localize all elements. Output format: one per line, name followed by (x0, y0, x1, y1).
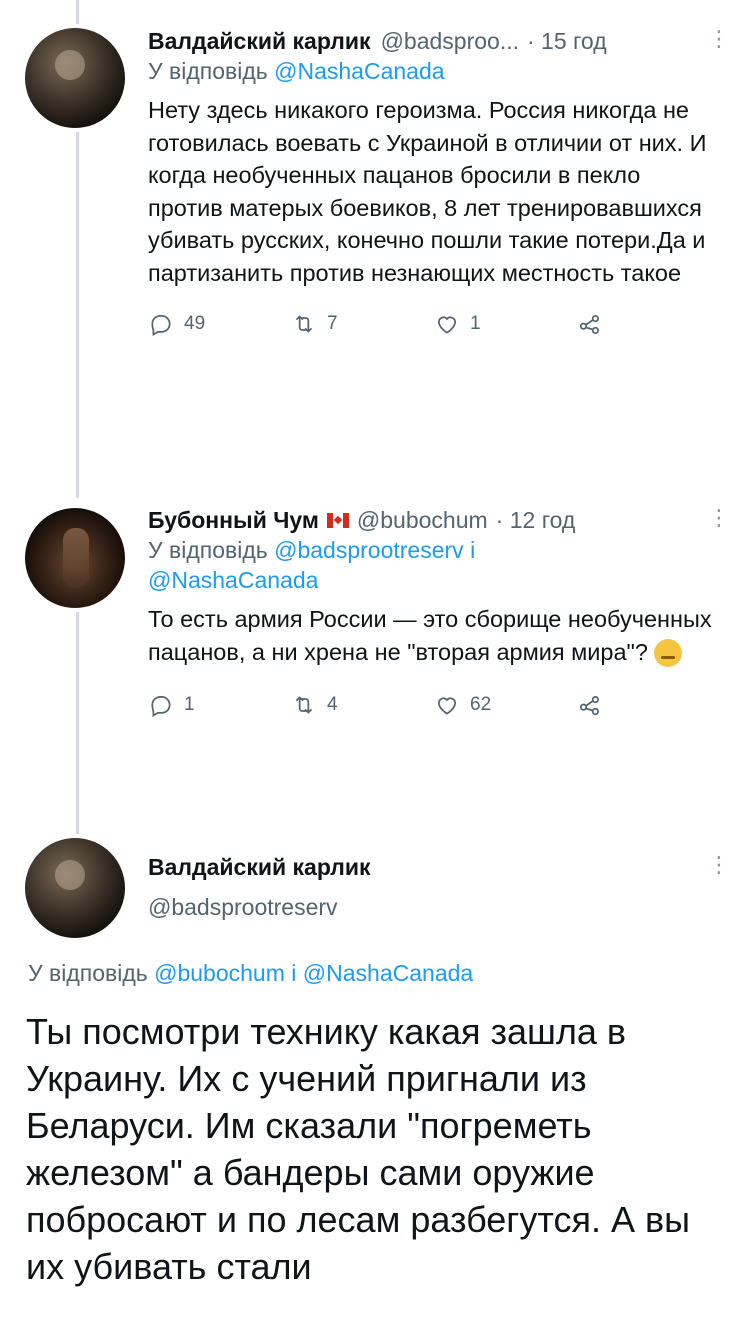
reply-count: 1 (184, 694, 195, 715)
display-name[interactable]: Валдайский карлик (148, 26, 371, 56)
tweet[interactable]: Валдайский карлик @badsproo... · 15 год … (148, 26, 720, 337)
share-icon (579, 315, 599, 335)
like-icon (438, 316, 456, 334)
avatar[interactable] (25, 508, 125, 608)
mention-link[interactable]: @NashaCanada (303, 960, 473, 986)
tweet[interactable]: Бубонный Чум @bubochum · 12 год У відпов… (148, 505, 720, 718)
timestamp[interactable]: · 15 год (527, 26, 607, 56)
retweet-icon (295, 696, 313, 714)
more-icon[interactable]: ⋮ (708, 852, 730, 878)
handle[interactable]: @badsprootreserv (148, 892, 338, 922)
reply-context: У відповідь @bubochum і @NashaCanada (28, 960, 473, 987)
share-icon (579, 696, 599, 716)
like-button[interactable]: 1 (434, 311, 577, 337)
more-icon[interactable]: ⋮ (708, 505, 730, 531)
reply-button[interactable]: 1 (148, 692, 291, 718)
avatar[interactable] (25, 838, 125, 938)
retweet-count: 4 (327, 694, 338, 715)
tweet-text: Нету здесь никакого героизма. Россия ник… (148, 97, 707, 286)
retweet-count: 7 (327, 313, 338, 334)
reply-and: і (291, 960, 297, 986)
reply-context: У відповідь @NashaCanada (148, 56, 720, 86)
thread-line (76, 612, 79, 834)
like-count: 62 (470, 694, 492, 715)
thinking-face-icon (653, 639, 682, 668)
reply-context: У відповідь @badsprootreserv і @NashaCan… (148, 535, 720, 595)
display-name[interactable]: Бубонный Чум (148, 505, 319, 535)
mention-link[interactable]: @bubochum (154, 960, 285, 986)
handle[interactable]: @badsproo... (381, 26, 519, 56)
mention-link[interactable]: @NashaCanada (148, 567, 318, 593)
reply-icon (151, 315, 171, 337)
tweet-text: То есть армия России — это сборище необу… (148, 603, 720, 668)
reply-prefix: У відповідь (148, 58, 268, 84)
like-button[interactable]: 62 (434, 692, 577, 718)
action-bar: 49 7 1 (148, 311, 720, 337)
tweet-text-content: То есть армия России — это сборище необу… (148, 606, 712, 665)
reply-and: і (470, 537, 476, 563)
reply-prefix: У відповідь (28, 960, 148, 986)
handle[interactable]: @bubochum (357, 505, 488, 535)
canada-flag-icon (326, 512, 349, 528)
retweet-button[interactable]: 7 (291, 311, 434, 337)
mention-link[interactable]: @badsprootreserv (274, 537, 464, 563)
share-button[interactable] (577, 311, 720, 337)
thread-line (76, 0, 79, 24)
timestamp[interactable]: · 12 год (496, 505, 576, 535)
reply-count: 49 (184, 313, 206, 334)
action-bar: 1 4 62 (148, 692, 720, 718)
focused-tweet-header[interactable]: Валдайский карлик @badsprootreserv (148, 852, 720, 922)
avatar[interactable] (25, 28, 125, 128)
mention-link[interactable]: @NashaCanada (274, 58, 444, 84)
like-icon (438, 697, 456, 715)
retweet-button[interactable]: 4 (291, 692, 434, 718)
display-name[interactable]: Валдайский карлик (148, 852, 371, 882)
reply-prefix: У відповідь (148, 537, 268, 563)
focused-tweet-text: Ты посмотри технику какая зашла в Украин… (26, 1011, 691, 1287)
more-icon[interactable]: ⋮ (708, 26, 730, 52)
share-button[interactable] (577, 692, 720, 718)
reply-button[interactable]: 49 (148, 311, 291, 337)
thread-line (76, 132, 79, 498)
reply-icon (151, 696, 171, 718)
retweet-icon (295, 315, 313, 333)
like-count: 1 (470, 313, 481, 334)
